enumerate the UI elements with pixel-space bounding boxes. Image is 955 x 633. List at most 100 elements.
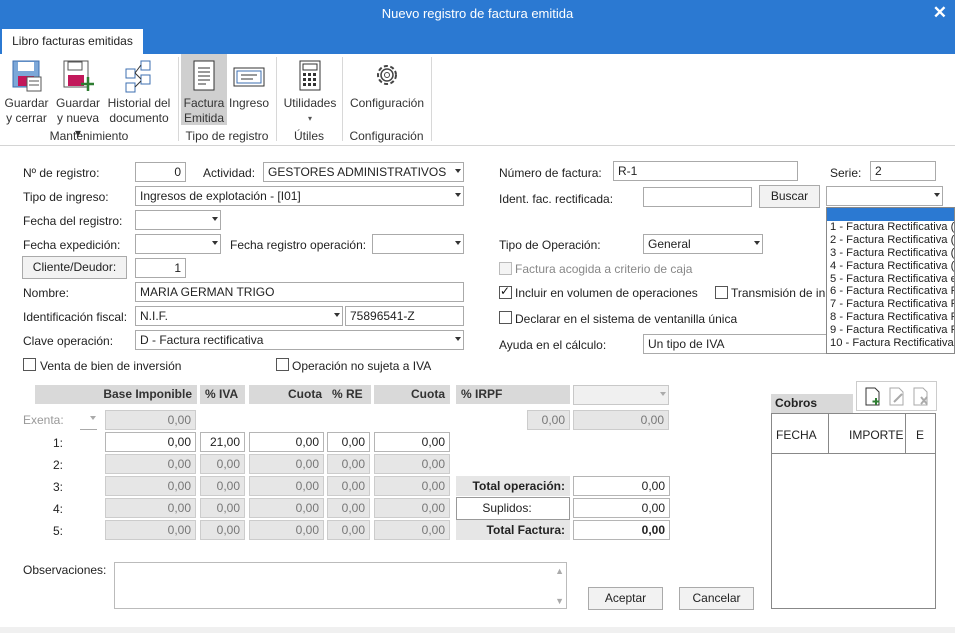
- suplidos-value: 0,00: [573, 498, 670, 518]
- tipo-ingreso-select[interactable]: Ingresos de explotación - [I01]: [135, 186, 464, 206]
- cancelar-button[interactable]: Cancelar: [679, 587, 754, 610]
- group-tipo-registro: Tipo de registro: [185, 129, 269, 143]
- fecha-reg-operacion-input[interactable]: [372, 234, 464, 254]
- dropdown-option[interactable]: 5 - Factura Rectificativa en facturas si…: [827, 273, 954, 286]
- chevron-down-icon: [455, 169, 461, 173]
- chevron-down-icon: [90, 416, 96, 420]
- chevron-down-icon: ▾: [307, 114, 312, 123]
- tax-row-label: 5:: [52, 524, 63, 538]
- edit-document-icon[interactable]: [889, 387, 905, 406]
- tax-row-cuota-iva: 0,00: [249, 498, 324, 518]
- clave-operacion-select[interactable]: D - Factura rectificativa: [135, 330, 464, 350]
- header-pct-irpf: % IRPF: [456, 385, 570, 404]
- chevron-down-icon: [660, 392, 666, 396]
- guardar-nueva-button[interactable]: Guardar y nueva ▾: [54, 54, 102, 141]
- historial-button[interactable]: Historial del documento: [106, 54, 172, 126]
- tax-row-pct-re: 0,00: [327, 454, 370, 474]
- cliente-deudor-button[interactable]: Cliente/Deudor:: [22, 256, 127, 279]
- delete-document-icon[interactable]: [913, 387, 929, 406]
- tax-row-base-imponible: 0,00: [105, 454, 196, 474]
- dropdown-option[interactable]: 7 - Factura Rectificativa Por diferencia…: [827, 298, 954, 311]
- tax-row-base-imponible: 0,00: [105, 520, 196, 540]
- tax-row-cuota-iva: 0,00: [249, 520, 324, 540]
- chevron-down-icon: [754, 241, 760, 245]
- fecha-expedicion-input[interactable]: [135, 234, 221, 254]
- tax-row-cuota-iva: 0,00: [249, 454, 324, 474]
- cobros-col-divider: [905, 414, 906, 454]
- rectificativa-dropdown-list[interactable]: 1 - Factura Rectificativa (Error fundado…: [826, 207, 955, 354]
- chevron-down-icon: [934, 193, 940, 197]
- scroll-up-icon[interactable]: ▲: [555, 566, 564, 576]
- tax-row-cuota-re[interactable]: 0,00: [374, 432, 450, 452]
- save-new-icon: [63, 60, 94, 91]
- observaciones-textarea[interactable]: ▲ ▼: [114, 562, 567, 609]
- cobros-toolbar: [856, 381, 937, 411]
- tax-row-cuota-iva[interactable]: 0,00: [249, 432, 324, 452]
- criterio-caja-checkbox[interactable]: [499, 262, 512, 275]
- tax-row-pct-re: 0,00: [327, 498, 370, 518]
- ribbon: Guardar y cerrar Guardar y nueva ▾ Histo…: [0, 54, 955, 146]
- dropdown-option[interactable]: 8 - Factura Rectificativa Por sustitució…: [827, 311, 954, 324]
- cobros-col-importe: IMPORTE: [849, 428, 904, 442]
- actividad-select[interactable]: GESTORES ADMINISTRATIVOS: [263, 162, 464, 182]
- factura-emitida-label-1: Factura: [183, 96, 225, 110]
- tax-row-base-imponible[interactable]: 0,00: [105, 432, 196, 452]
- tax-row-pct-re[interactable]: 0,00: [327, 432, 370, 452]
- num-registro-input[interactable]: 0: [135, 162, 186, 182]
- num-factura-input[interactable]: R-1: [613, 161, 798, 181]
- actividad-label: Actividad:: [203, 166, 256, 180]
- ayuda-calculo-select[interactable]: Un tipo de IVA: [643, 334, 828, 354]
- dropdown-option[interactable]: 2 - Factura Rectificativa (Art 80 Uno Do…: [827, 234, 954, 247]
- serie-input[interactable]: 2: [870, 161, 936, 181]
- ingreso-button[interactable]: Ingreso: [229, 54, 269, 111]
- ident-tipo-select[interactable]: N.I.F.: [135, 306, 343, 326]
- aceptar-button[interactable]: Aceptar: [588, 587, 663, 610]
- exenta-base: 0,00: [105, 410, 196, 430]
- suplidos-button[interactable]: Suplidos:: [456, 497, 570, 520]
- factura-emitida-button[interactable]: Factura Emitida: [181, 54, 227, 125]
- configuracion-button[interactable]: Configuración: [347, 54, 427, 111]
- ident-num-input[interactable]: 75896541-Z: [345, 306, 464, 326]
- close-icon[interactable]: ✕: [933, 3, 947, 23]
- tipo-operacion-select[interactable]: General: [643, 234, 763, 254]
- chevron-down-icon: [212, 217, 218, 221]
- rectificativa-type-select[interactable]: [826, 186, 943, 206]
- header-pct-re: % RE: [327, 385, 371, 404]
- irpf-select[interactable]: [573, 385, 669, 405]
- add-document-icon[interactable]: [865, 387, 881, 406]
- guardar-cerrar-button[interactable]: Guardar y cerrar: [3, 54, 50, 126]
- dropdown-option[interactable]: 1 - Factura Rectificativa (Error fundado…: [827, 221, 954, 234]
- dropdown-option[interactable]: 4 - Factura Rectificativa (Art. 80.4): [827, 260, 954, 273]
- tax-row-label: 4:: [52, 502, 63, 516]
- tipo-ingreso-value: Ingresos de explotación - [I01]: [140, 189, 301, 203]
- transmision-checkbox[interactable]: [715, 286, 728, 299]
- tab-libro-facturas[interactable]: Libro facturas emitidas: [2, 29, 143, 54]
- ident-tipo-value: N.I.F.: [140, 309, 169, 323]
- chevron-down-icon: [455, 193, 461, 197]
- cliente-input[interactable]: 1: [135, 258, 186, 278]
- buscar-button[interactable]: Buscar: [759, 185, 820, 208]
- dropdown-option[interactable]: 10 - Factura Rectificativa: [827, 337, 954, 350]
- scroll-down-icon[interactable]: ▼: [555, 596, 564, 606]
- header-cuota-re: Cuota: [374, 385, 450, 404]
- fecha-registro-input[interactable]: [135, 210, 221, 230]
- exenta-select[interactable]: [80, 410, 97, 430]
- nombre-input[interactable]: MARIA GERMAN TRIGO: [135, 282, 464, 302]
- historial-label-2: documento: [109, 111, 169, 125]
- dropdown-blank-option[interactable]: [827, 208, 954, 221]
- utilidades-button[interactable]: Utilidades ▾: [281, 54, 339, 126]
- num-registro-label: Nº de registro:: [23, 166, 100, 180]
- serie-label: Serie:: [830, 166, 862, 180]
- dropdown-option[interactable]: 3 - Factura Rectificativa (Art. 80.3): [827, 247, 954, 260]
- op-no-sujeta-checkbox[interactable]: [276, 358, 289, 371]
- dropdown-option[interactable]: 9 - Factura Rectificativa Por diferencia…: [827, 324, 954, 337]
- ident-rectificada-input[interactable]: [643, 187, 752, 207]
- venta-bien-checkbox[interactable]: [23, 358, 36, 371]
- dropdown-option[interactable]: 6 - Factura Rectificativa Por sustitució…: [827, 285, 954, 298]
- incluir-volumen-checkbox[interactable]: [499, 284, 512, 299]
- cobros-col-e: E: [916, 428, 925, 442]
- tax-row-pct-re: 0,00: [327, 476, 370, 496]
- ribbon-tabbar: Libro facturas emitidas: [0, 28, 955, 54]
- tax-row-pct-iva[interactable]: 21,00: [200, 432, 245, 452]
- ventanilla-checkbox[interactable]: [499, 311, 512, 324]
